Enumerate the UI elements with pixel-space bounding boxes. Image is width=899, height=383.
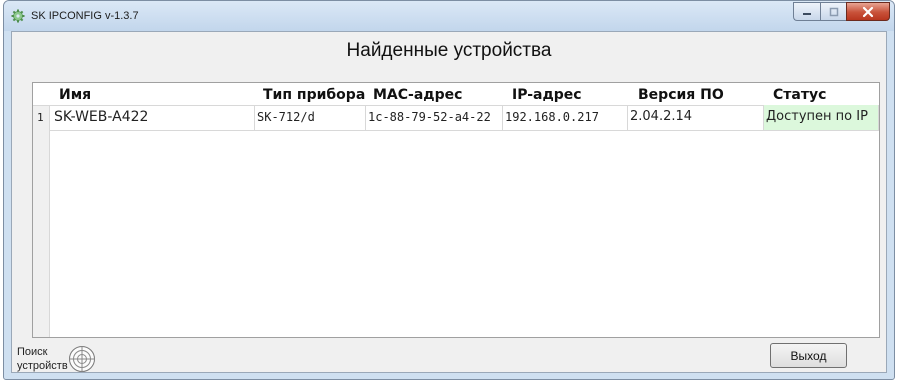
cell-mac[interactable]: 1c-88-79-52-a4-22: [366, 105, 503, 131]
search-devices-button[interactable]: Поиск устройств: [17, 345, 127, 373]
app-window: SK IPCONFIG v-1.3.7 Найденные устройства: [3, 0, 895, 380]
table-row[interactable]: 1 SK-WEB-A422 SK-712/d 1c-88-79-52-a4-22…: [33, 105, 879, 131]
minimize-icon: [803, 12, 811, 15]
close-button[interactable]: [846, 2, 890, 21]
exit-button[interactable]: Выход: [770, 343, 847, 368]
maximize-icon: [829, 7, 838, 16]
column-header-mac[interactable]: МАС-адрес: [373, 87, 462, 103]
maximize-button[interactable]: [820, 2, 846, 21]
radar-icon: [69, 346, 95, 372]
row-number: 1: [37, 111, 44, 124]
minimize-button[interactable]: [793, 2, 820, 21]
cell-status[interactable]: Доступен по IP: [764, 105, 879, 131]
gear-icon: [11, 9, 25, 23]
cell-version[interactable]: 2.04.2.14: [628, 105, 764, 131]
caption-buttons: [793, 2, 890, 22]
cell-name[interactable]: SK-WEB-A422: [50, 105, 255, 131]
column-header-version[interactable]: Версия ПО: [638, 87, 724, 103]
client-area: Найденные устройства Имя Тип прибора МАС…: [11, 31, 887, 373]
column-header-type[interactable]: Тип прибора: [263, 87, 365, 103]
page-title: Найденные устройства: [346, 40, 552, 61]
cell-ip[interactable]: 192.168.0.217: [503, 105, 628, 131]
cell-type[interactable]: SK-712/d: [255, 105, 366, 131]
window-title: SK IPCONFIG v-1.3.7: [31, 10, 139, 22]
title-bar[interactable]: SK IPCONFIG v-1.3.7: [4, 1, 894, 31]
column-header-status[interactable]: Статус: [773, 87, 826, 103]
table-header: Имя Тип прибора МАС-адрес IP-адрес Верси…: [33, 83, 879, 106]
search-devices-label: Поиск устройств: [17, 346, 68, 372]
close-icon: [862, 6, 874, 17]
column-header-name[interactable]: Имя: [59, 87, 91, 103]
column-header-ip[interactable]: IP-адрес: [512, 87, 582, 103]
devices-table[interactable]: Имя Тип прибора МАС-адрес IP-адрес Верси…: [32, 82, 880, 338]
